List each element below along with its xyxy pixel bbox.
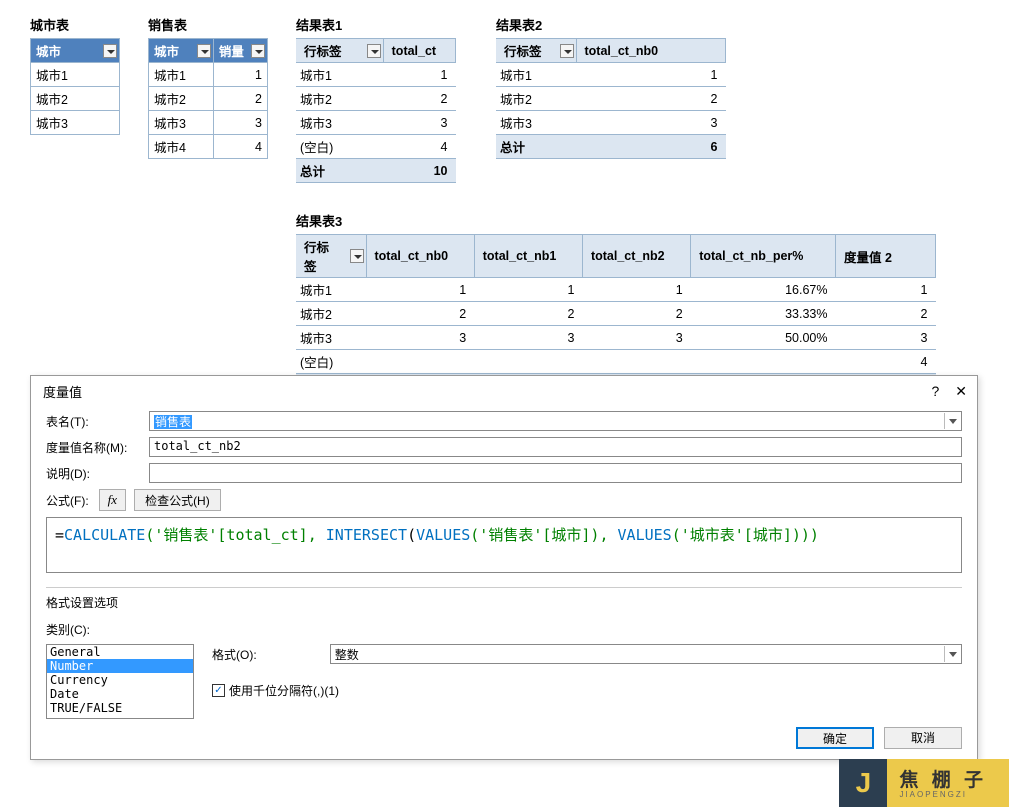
- measure-name-label: 度量值名称(M):: [46, 439, 141, 456]
- dropdown-icon[interactable]: [103, 44, 117, 58]
- cat-date[interactable]: Date: [47, 687, 193, 701]
- format-combo[interactable]: 整数: [330, 644, 962, 664]
- check-formula-button[interactable]: 检查公式(H): [134, 489, 221, 511]
- chevron-down-icon[interactable]: [944, 413, 960, 429]
- thousand-label: 使用千位分隔符(,)(1): [229, 682, 339, 699]
- format-label: 格式(O):: [212, 646, 330, 663]
- cat-number[interactable]: Number: [47, 659, 193, 673]
- measure-name-input[interactable]: total_ct_nb2: [149, 437, 962, 457]
- category-listbox[interactable]: General Number Currency Date TRUE/FALSE: [46, 644, 194, 719]
- total-ct-nb0-header: total_ct_nb0: [576, 39, 726, 63]
- cat-general[interactable]: General: [47, 645, 193, 659]
- sales-qty-header: 销量: [213, 39, 267, 63]
- rowlabel-header: 行标签: [496, 39, 576, 63]
- ok-button[interactable]: 确定: [796, 727, 874, 749]
- measure-dialog: 度量值 ? ✕ 表名(T): 销售表 度量值名称(M): total_ct_nb…: [30, 375, 978, 760]
- logo-icon: J: [839, 759, 887, 807]
- dropdown-icon[interactable]: [367, 44, 381, 58]
- result1-table: 行标签 total_ct 城市11 城市22 城市33 (空白)4 总计10: [296, 38, 456, 183]
- result3-title: 结果表3: [296, 211, 936, 230]
- dropdown-icon[interactable]: [251, 44, 265, 58]
- table-name-label: 表名(T):: [46, 413, 141, 430]
- dialog-title: 度量值: [43, 382, 82, 401]
- rowlabel-header: 行标签: [296, 39, 383, 63]
- dropdown-icon[interactable]: [197, 44, 211, 58]
- city-table: 城市 城市1 城市2 城市3: [30, 38, 120, 135]
- logo: J 焦 棚 子 JIAOPENGZI: [839, 759, 1009, 807]
- table-name-combo[interactable]: 销售表: [149, 411, 962, 431]
- result2-title: 结果表2: [496, 15, 726, 34]
- thousand-checkbox[interactable]: ✓: [212, 684, 225, 697]
- formula-input[interactable]: =CALCULATE('销售表'[total_ct], INTERSECT(VA…: [46, 517, 962, 573]
- total-ct-header: total_ct: [383, 39, 455, 63]
- close-button[interactable]: ✕: [955, 383, 967, 400]
- city-cell[interactable]: 城市2: [31, 87, 120, 111]
- dropdown-icon[interactable]: [350, 249, 364, 263]
- category-label: 类别(C):: [46, 621, 962, 638]
- city-header: 城市: [31, 39, 120, 63]
- result1-title: 结果表1: [296, 15, 456, 34]
- city-cell[interactable]: 城市1: [31, 63, 120, 87]
- desc-label: 说明(D):: [46, 465, 141, 482]
- format-section-label: 格式设置选项: [46, 594, 962, 611]
- result3-table: 行标签 total_ct_nb0 total_ct_nb1 total_ct_n…: [296, 234, 936, 398]
- dropdown-icon[interactable]: [560, 44, 574, 58]
- fx-button[interactable]: fx: [99, 489, 126, 511]
- result2-table: 行标签 total_ct_nb0 城市11 城市22 城市33 总计6: [496, 38, 726, 159]
- sales-table-title: 销售表: [148, 15, 268, 34]
- cancel-button[interactable]: 取消: [884, 727, 962, 749]
- cat-currency[interactable]: Currency: [47, 673, 193, 687]
- sales-city-header: 城市: [149, 39, 214, 63]
- formula-label: 公式(F):: [46, 492, 89, 509]
- cat-bool[interactable]: TRUE/FALSE: [47, 701, 193, 715]
- help-button[interactable]: ?: [931, 383, 939, 400]
- city-cell[interactable]: 城市3: [31, 111, 120, 135]
- rowlabel-header: 行标签: [296, 235, 366, 278]
- desc-input[interactable]: [149, 463, 962, 483]
- sales-table: 城市 销量 城市11 城市22 城市33 城市44: [148, 38, 268, 159]
- chevron-down-icon[interactable]: [944, 646, 960, 662]
- city-table-title: 城市表: [30, 15, 120, 34]
